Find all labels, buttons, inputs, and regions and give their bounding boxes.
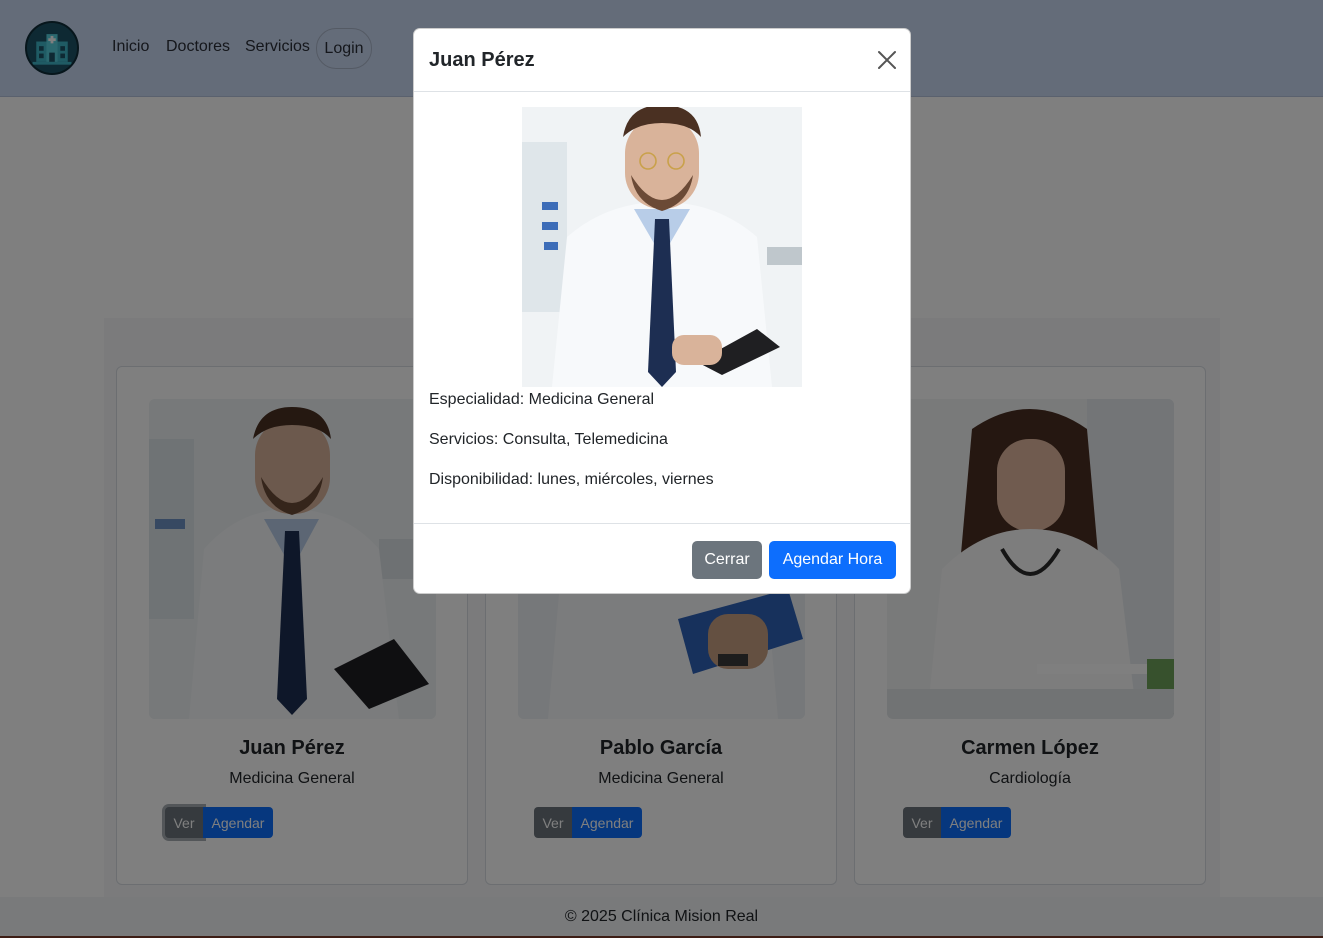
close-button[interactable]: Cerrar — [692, 541, 762, 579]
modal-availability: Disponibilidad: lunes, miércoles, vierne… — [429, 471, 714, 488]
modal-footer: Cerrar Agendar Hora — [414, 523, 910, 595]
modal-title: Juan Pérez — [429, 49, 535, 71]
doctor-detail-modal: Juan Pérez Especialidad: Medicina Genera… — [413, 28, 911, 594]
close-icon[interactable] — [876, 49, 898, 71]
modal-header: Juan Pérez — [414, 29, 910, 92]
modal-services: Servicios: Consulta, Telemedicina — [429, 431, 668, 448]
modal-doctor-photo — [522, 107, 802, 387]
modal-specialty: Especialidad: Medicina General — [429, 391, 655, 408]
schedule-appointment-button[interactable]: Agendar Hora — [769, 541, 896, 579]
